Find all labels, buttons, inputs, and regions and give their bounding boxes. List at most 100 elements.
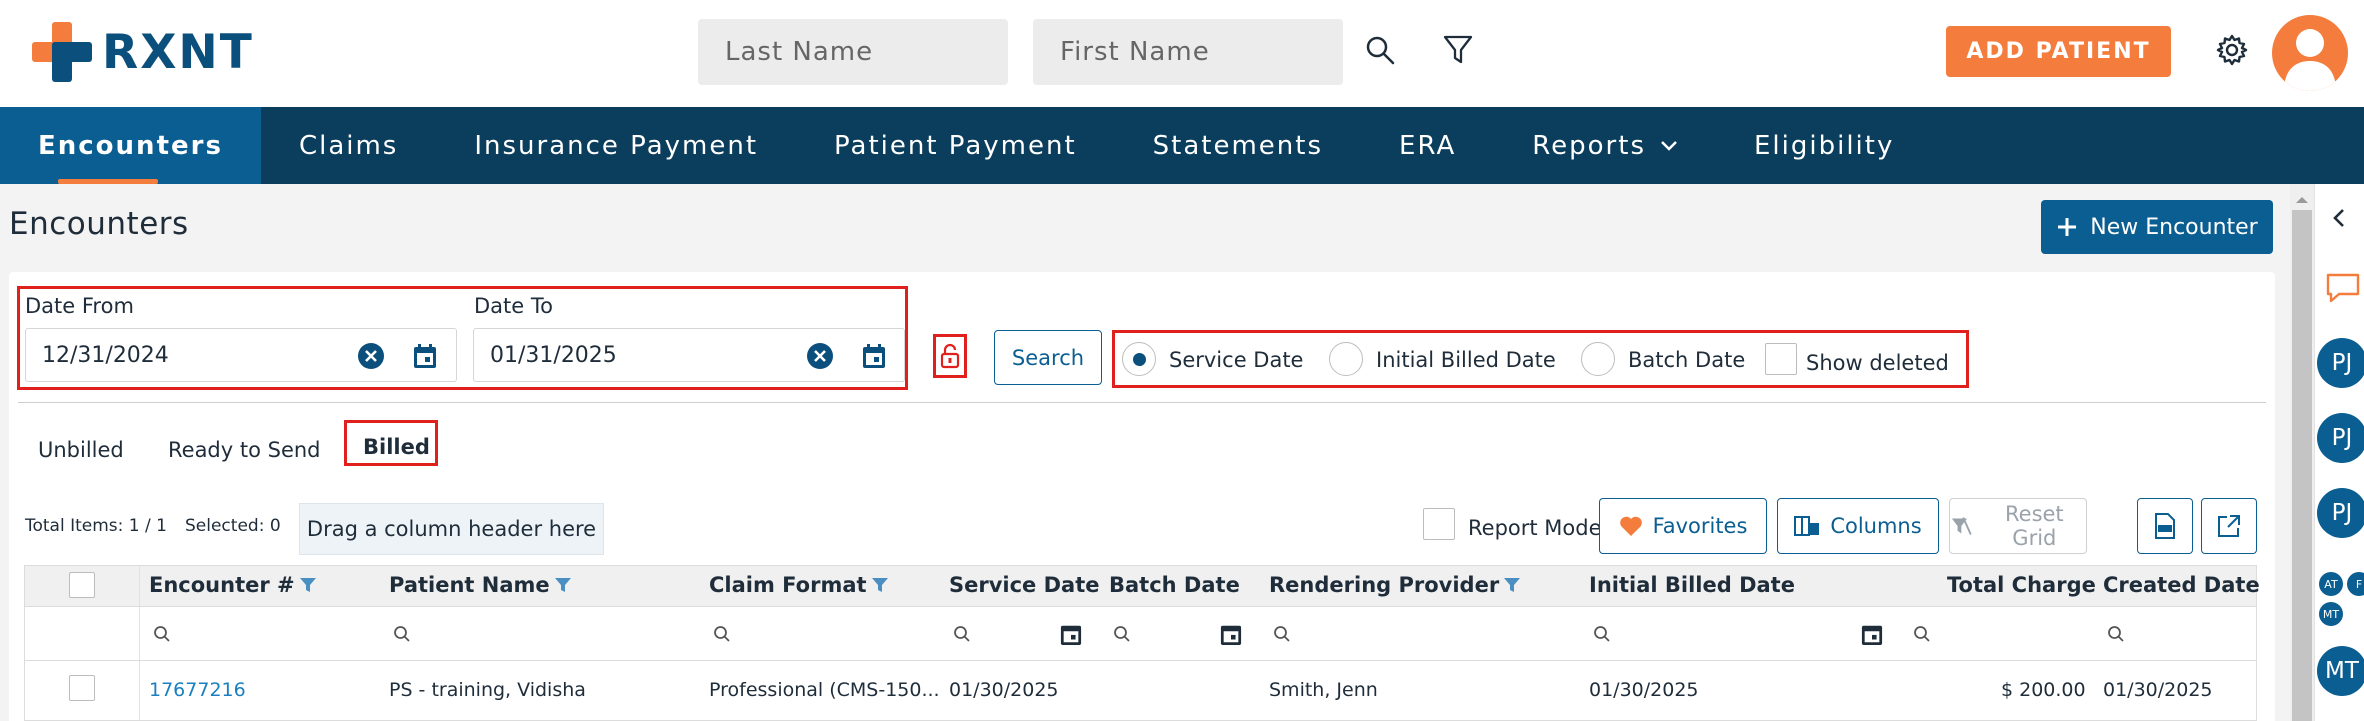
table-row[interactable]: 17677216 PS - training, Vidisha Professi…	[24, 661, 2257, 721]
nav-encounters[interactable]: Encounters	[0, 107, 261, 184]
search-icon[interactable]	[1113, 625, 1131, 643]
rail-avatar[interactable]: PJ	[2317, 413, 2364, 463]
radio-batch-date-label: Batch Date	[1628, 348, 1746, 372]
col-rendering-provider[interactable]: Rendering Provider	[1269, 573, 1521, 597]
funnel-icon[interactable]	[1503, 577, 1521, 593]
chevron-down-icon	[1660, 140, 1678, 152]
nav-reports[interactable]: Reports	[1494, 107, 1716, 184]
reset-grid-button[interactable]: Reset Grid	[1949, 498, 2087, 554]
col-patient-name[interactable]: Patient Name	[389, 573, 572, 597]
service-date-cell: 01/30/2025	[949, 679, 1059, 701]
col-claim-format[interactable]: Claim Format	[709, 573, 889, 597]
nav-claims[interactable]: Claims	[261, 107, 436, 184]
reset-filter-icon	[1951, 517, 1972, 535]
grid-column-divider	[139, 607, 140, 660]
date-from-input[interactable]: 12/31/2024	[25, 328, 457, 382]
search-icon[interactable]	[153, 625, 171, 643]
nav-statements[interactable]: Statements	[1115, 107, 1361, 184]
search-button[interactable]: Search	[994, 330, 1102, 385]
unlock-icon[interactable]	[937, 338, 963, 374]
export-pdf-button[interactable]	[2137, 498, 2193, 554]
scrollbar-thumb[interactable]	[2292, 210, 2312, 721]
right-rail: PJ PJ PJ AT F MT MT	[2314, 184, 2364, 721]
col-rendering-provider-label: Rendering Provider	[1269, 573, 1500, 597]
calendar-icon[interactable]	[1220, 622, 1242, 646]
rail-avatar-small[interactable]: MT	[2319, 602, 2343, 626]
user-avatar[interactable]	[2272, 15, 2348, 91]
col-total-charge[interactable]: Total Charge	[1947, 573, 2096, 597]
search-icon[interactable]	[2107, 625, 2125, 643]
chevron-left-icon[interactable]	[2327, 206, 2351, 230]
col-initial-billed-date[interactable]: Initial Billed Date	[1589, 573, 1795, 597]
funnel-icon[interactable]	[299, 577, 317, 593]
page-title: Encounters	[9, 206, 189, 242]
first-name-input[interactable]	[1033, 19, 1343, 85]
funnel-icon[interactable]	[554, 577, 572, 593]
search-icon[interactable]	[953, 625, 971, 643]
col-created-date[interactable]: Created Date	[2103, 573, 2260, 597]
filter-icon[interactable]	[1438, 30, 1478, 70]
report-mode-checkbox[interactable]	[1423, 508, 1455, 540]
plus-icon	[2058, 218, 2077, 236]
calendar-icon[interactable]	[860, 342, 888, 370]
scroll-up-arrow-icon[interactable]	[2294, 190, 2310, 209]
clear-date-from-icon[interactable]	[357, 342, 385, 370]
columns-icon	[1794, 516, 1820, 536]
rail-avatar[interactable]: PJ	[2317, 338, 2364, 388]
patient-name-cell: PS - training, Vidisha	[389, 679, 586, 701]
nav-eligibility[interactable]: Eligibility	[1716, 107, 1932, 184]
gear-icon[interactable]	[2212, 30, 2252, 70]
show-deleted-checkbox[interactable]	[1765, 343, 1797, 375]
row-checkbox[interactable]	[69, 675, 95, 701]
rail-avatar[interactable]: MT	[2317, 646, 2364, 696]
columns-button[interactable]: Columns	[1777, 498, 1939, 554]
funnel-icon[interactable]	[871, 577, 889, 593]
logo-text: RXNT	[102, 24, 254, 80]
calendar-icon[interactable]	[1060, 622, 1082, 646]
search-icon[interactable]	[713, 625, 731, 643]
tab-unbilled[interactable]: Unbilled	[38, 438, 124, 462]
reset-grid-label: Reset Grid	[2005, 502, 2064, 550]
add-patient-button[interactable]: ADD PATIENT	[1946, 26, 2171, 77]
search-icon[interactable]	[1360, 30, 1400, 70]
encounter-number-link[interactable]: 17677216	[149, 679, 246, 701]
select-all-checkbox[interactable]	[69, 572, 95, 598]
radio-service-date[interactable]	[1122, 342, 1156, 376]
nav-era[interactable]: ERA	[1361, 107, 1494, 184]
rail-avatar-small[interactable]: F	[2347, 572, 2364, 596]
total-items-count: Total Items: 1 / 1	[25, 516, 167, 536]
clear-date-to-icon[interactable]	[806, 342, 834, 370]
date-to-input[interactable]: 01/31/2025	[473, 328, 905, 382]
new-encounter-button[interactable]: New Encounter	[2041, 200, 2273, 254]
search-icon[interactable]	[1593, 625, 1611, 643]
grid-header-row: Encounter # Patient Name Claim Format Se…	[24, 565, 2260, 607]
search-icon[interactable]	[393, 625, 411, 643]
grid-column-divider	[139, 566, 140, 606]
chat-icon[interactable]	[2325, 270, 2361, 306]
group-drop-zone[interactable]: Drag a column header here	[299, 503, 604, 555]
created-date-cell: 01/30/2025	[2103, 679, 2213, 701]
col-batch-date[interactable]: Batch Date	[1109, 573, 1240, 597]
radio-initial-billed-date[interactable]	[1329, 342, 1363, 376]
claim-format-cell: Professional (CMS-150...	[709, 679, 940, 701]
tab-ready-to-send[interactable]: Ready to Send	[168, 438, 321, 462]
rail-avatar-small[interactable]: AT	[2319, 572, 2343, 596]
col-service-date[interactable]: Service Date	[949, 573, 1100, 597]
filter-divider	[18, 402, 2266, 403]
calendar-icon[interactable]	[1861, 622, 1883, 646]
favorites-button[interactable]: Favorites	[1599, 498, 1767, 554]
favorites-label: Favorites	[1652, 514, 1748, 538]
export-button[interactable]	[2201, 498, 2257, 554]
search-icon[interactable]	[1273, 625, 1291, 643]
last-name-input[interactable]	[698, 19, 1008, 85]
rail-avatar[interactable]: PJ	[2317, 488, 2364, 538]
tab-billed[interactable]: Billed	[363, 435, 430, 459]
search-icon[interactable]	[1913, 625, 1931, 643]
calendar-icon[interactable]	[411, 342, 439, 370]
nav-insurance-payment[interactable]: Insurance Payment	[436, 107, 796, 184]
col-encounter-number[interactable]: Encounter #	[149, 573, 317, 597]
radio-batch-date[interactable]	[1581, 342, 1615, 376]
col-claim-format-label: Claim Format	[709, 573, 867, 597]
rxnt-logo[interactable]: RXNT	[32, 22, 254, 82]
nav-patient-payment[interactable]: Patient Payment	[796, 107, 1115, 184]
